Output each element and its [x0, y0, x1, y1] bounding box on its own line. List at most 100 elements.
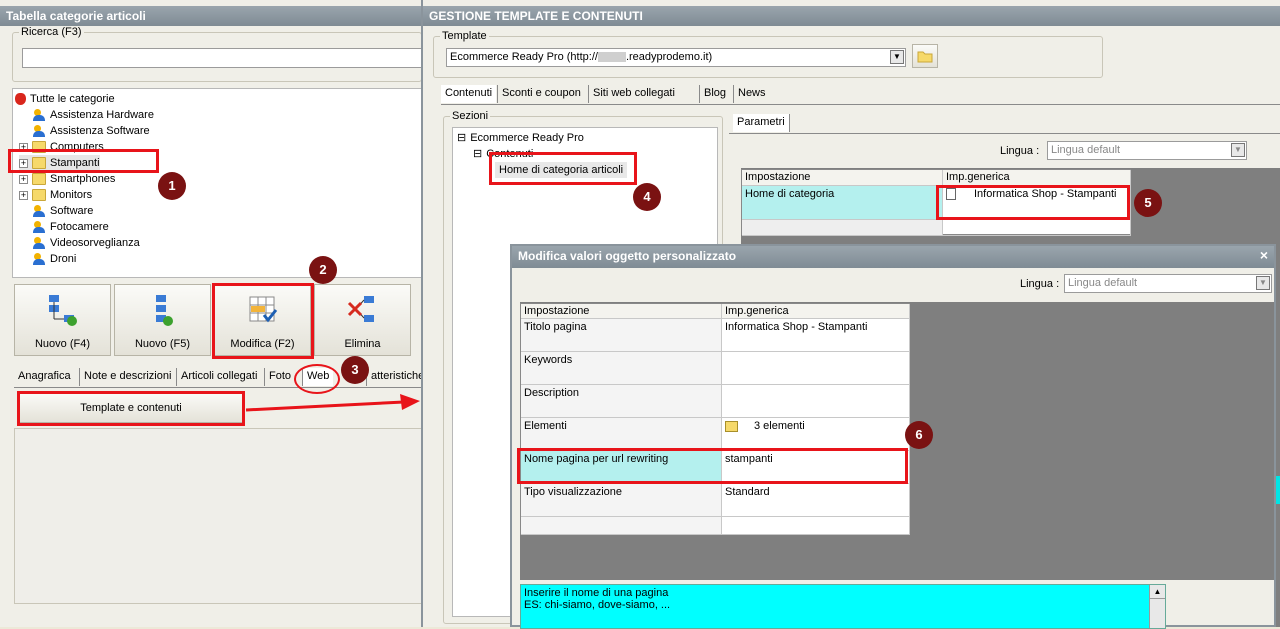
- content-tabs: Contenuti Sconti e coupon Siti web colle…: [441, 85, 1280, 105]
- hint-line-2: ES: chi-siamo, dove-siamo, ...: [524, 599, 671, 611]
- nuovo-f5-button[interactable]: Nuovo (F5): [114, 284, 211, 356]
- chevron-down-icon[interactable]: ▼: [1256, 276, 1270, 290]
- new-child-icon: [155, 295, 173, 326]
- tree-item-videosorveglianza[interactable]: Videosorveglianza: [19, 235, 140, 251]
- scroll-up-icon[interactable]: ▲: [1150, 585, 1165, 599]
- tree-item-label: Software: [50, 205, 94, 217]
- template-label: Template: [440, 30, 489, 42]
- tree-root-row[interactable]: ⊟ Ecommerce Ready Pro: [457, 130, 584, 146]
- collapse-icon[interactable]: ⊟: [457, 132, 466, 144]
- tree-item-label: Monitors: [50, 189, 93, 201]
- dialog-row-value-text: 3 elementi: [754, 420, 805, 432]
- left-panel-title: Tabella categorie articoli: [0, 6, 422, 26]
- expand-icon[interactable]: +: [19, 174, 28, 184]
- tab-news[interactable]: News: [733, 85, 770, 103]
- tab-blog[interactable]: Blog: [699, 85, 730, 103]
- open-folder-button[interactable]: [912, 44, 938, 68]
- dialog-row-value[interactable]: 3 elementi: [722, 418, 910, 451]
- dialog-col-imp-generica: Imp.generica: [722, 304, 910, 319]
- edit-values-dialog: Modifica valori oggetto personalizzato ×…: [510, 244, 1276, 629]
- dialog-row-setting[interactable]: Keywords: [521, 352, 722, 385]
- hint-scrollbar[interactable]: ▲: [1149, 585, 1165, 628]
- elimina-button[interactable]: Elimina: [314, 284, 411, 356]
- dialog-col-impostazione: Impostazione: [521, 304, 722, 319]
- template-group: Template Ecommerce Ready Pro (http:// .re…: [433, 30, 1103, 78]
- highlight-template-button: [17, 391, 245, 426]
- dialog-row-value[interactable]: [722, 385, 910, 418]
- dialog-row-setting[interactable]: Tipo visualizzazione: [521, 484, 722, 517]
- dialog-lingua-select[interactable]: Lingua default ▼: [1064, 274, 1272, 293]
- search-group: Ricerca (F3): [12, 26, 423, 82]
- dialog-row-value[interactable]: Standard: [722, 484, 910, 517]
- sezioni-label: Sezioni: [450, 110, 491, 122]
- dialog-lingua-value: Lingua default: [1068, 277, 1138, 289]
- grid-empty-cell: [943, 220, 1131, 236]
- tree-item-label: Assistenza Hardware: [50, 109, 154, 121]
- highlight-modifica: [212, 283, 314, 359]
- template-value-prefix: Ecommerce Ready Pro (http://: [450, 51, 598, 63]
- grid-empty-cell: [742, 220, 943, 236]
- tree-item-software[interactable]: Software: [19, 203, 93, 219]
- tree-item-droni[interactable]: Droni: [19, 251, 76, 267]
- tree-root-label: Ecommerce Ready Pro: [470, 132, 584, 144]
- dialog-row-setting[interactable]: Elementi: [521, 418, 722, 451]
- tab-anagrafica[interactable]: Anagrafica: [14, 368, 75, 386]
- collapse-icon[interactable]: ⊟: [473, 148, 482, 160]
- dialog-title: Modifica valori oggetto personalizzato ×: [512, 246, 1274, 268]
- tree-item-tutte-le-categorie[interactable]: Tutte le categorie: [15, 91, 115, 107]
- tab-sconti-e-coupon[interactable]: Sconti e coupon: [497, 85, 585, 103]
- template-value-suffix: .readyprodemo.it): [625, 51, 713, 63]
- grid-row-setting[interactable]: Home di categoria: [742, 186, 943, 220]
- tree-item-label: Videosorveglianza: [50, 237, 140, 249]
- new-node-icon: [48, 295, 77, 326]
- tree-item-fotocamere[interactable]: Fotocamere: [19, 219, 109, 235]
- nuovo-f5-label: Nuovo (F5): [134, 338, 191, 350]
- badge-6: 6: [905, 421, 933, 449]
- tab-siti-web-collegati[interactable]: Siti web collegati: [588, 85, 679, 103]
- lingua-value: Lingua default: [1051, 144, 1121, 156]
- tree-item-label: Fotocamere: [50, 221, 109, 233]
- left-bottom-area: [14, 428, 422, 604]
- tree-item-assistenza-hardware[interactable]: Assistenza Hardware: [19, 107, 154, 123]
- nuovo-f4-button[interactable]: Nuovo (F4): [14, 284, 111, 356]
- folder-icon: [917, 51, 933, 63]
- highlight-nome-pagina-row: [517, 448, 908, 484]
- dialog-row-setting[interactable]: Titolo pagina: [521, 319, 722, 352]
- tree-item-monitors[interactable]: + Monitors: [19, 187, 92, 203]
- dialog-empty-cell: [521, 517, 722, 535]
- template-select[interactable]: Ecommerce Ready Pro (http:// .readyprodem…: [446, 48, 906, 67]
- badge-2: 2: [309, 256, 337, 284]
- chevron-down-icon[interactable]: ▼: [890, 50, 904, 64]
- user-icon: [32, 205, 46, 218]
- chevron-down-icon[interactable]: ▼: [1231, 143, 1245, 157]
- dialog-row-value[interactable]: [722, 352, 910, 385]
- tree-item-assistenza-software[interactable]: Assistenza Software: [19, 123, 150, 139]
- tree-item-label: Smartphones: [50, 173, 116, 185]
- tree-item-smartphones[interactable]: + Smartphones: [19, 171, 115, 187]
- tab-parametri[interactable]: Parametri: [733, 114, 790, 132]
- tab-contenuti[interactable]: Contenuti: [441, 85, 497, 103]
- dialog-row-setting[interactable]: Description: [521, 385, 722, 418]
- dialog-row-value[interactable]: Informatica Shop - Stampanti: [722, 319, 910, 352]
- strawberry-icon: [15, 93, 26, 106]
- tree-item-label: Assistenza Software: [50, 125, 150, 137]
- search-label: Ricerca (F3): [19, 26, 84, 38]
- badge-3: 3: [341, 356, 369, 384]
- lingua-select[interactable]: Lingua default ▼: [1047, 141, 1247, 160]
- search-input[interactable]: [22, 48, 423, 68]
- template-window-title: GESTIONE TEMPLATE E CONTENUTI: [423, 6, 1280, 26]
- user-icon: [32, 221, 46, 234]
- tab-articoli-collegati[interactable]: Articoli collegati: [176, 368, 261, 386]
- delete-node-icon: [347, 296, 374, 322]
- tab-note-e-descrizioni[interactable]: Note e descrizioni: [79, 368, 175, 386]
- expand-icon[interactable]: +: [19, 190, 28, 200]
- tab-caratteristiche[interactable]: atteristiche: [366, 368, 428, 386]
- close-icon[interactable]: ×: [1260, 247, 1268, 263]
- highlight-grid-value: [936, 185, 1130, 220]
- tab-foto[interactable]: Foto: [264, 368, 295, 386]
- folder-icon: [725, 420, 738, 432]
- arrow-to-template-window: [245, 394, 420, 412]
- redacted-domain: [597, 52, 626, 63]
- dialog-title-text: Modifica valori oggetto personalizzato: [518, 249, 737, 263]
- grid-col-imp-generica: Imp.generica: [943, 170, 1131, 186]
